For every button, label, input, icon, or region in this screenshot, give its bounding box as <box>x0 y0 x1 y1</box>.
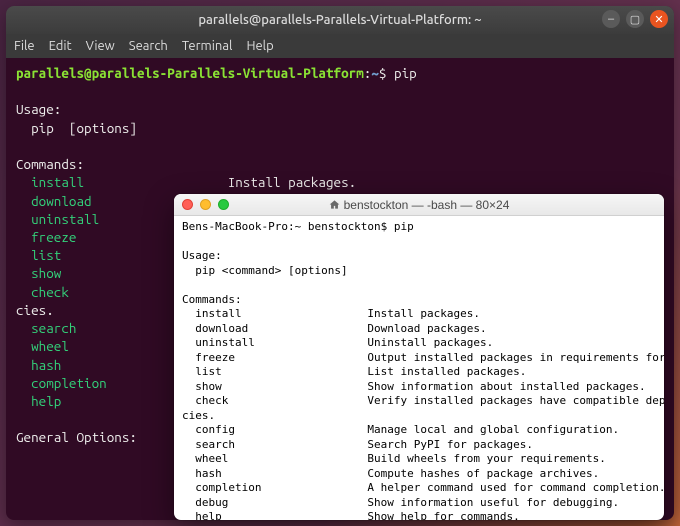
mac-window-title: benstockton — -bash — 80×24 <box>344 198 510 212</box>
mac-titlebar[interactable]: benstockton — -bash — 80×24 <box>174 194 664 216</box>
mac-window-controls <box>182 199 229 210</box>
ubuntu-titlebar[interactable]: parallels@parallels-Parallels-Virtual-Pl… <box>6 6 674 34</box>
mac-terminal-body[interactable]: Bens-MacBook-Pro:~ benstockton$ pip Usag… <box>174 216 664 520</box>
menu-help[interactable]: Help <box>246 39 273 53</box>
menu-view[interactable]: View <box>86 39 115 53</box>
menu-search[interactable]: Search <box>129 39 168 53</box>
close-button[interactable]: ✕ <box>650 10 668 28</box>
ubuntu-window-controls: – ▢ ✕ <box>602 10 668 28</box>
minimize-button[interactable]: – <box>602 10 620 28</box>
menu-terminal[interactable]: Terminal <box>182 39 233 53</box>
maximize-button[interactable]: ▢ <box>626 10 644 28</box>
ubuntu-window-title: parallels@parallels-Parallels-Virtual-Pl… <box>198 13 481 27</box>
home-icon <box>329 198 344 212</box>
close-button[interactable] <box>182 199 193 210</box>
menu-edit[interactable]: Edit <box>49 39 72 53</box>
ubuntu-menubar: File Edit View Search Terminal Help <box>6 34 674 58</box>
menu-file[interactable]: File <box>14 39 35 53</box>
zoom-button[interactable] <box>218 199 229 210</box>
minimize-button[interactable] <box>200 199 211 210</box>
mac-terminal-window: benstockton — -bash — 80×24 Bens-MacBook… <box>174 194 664 520</box>
